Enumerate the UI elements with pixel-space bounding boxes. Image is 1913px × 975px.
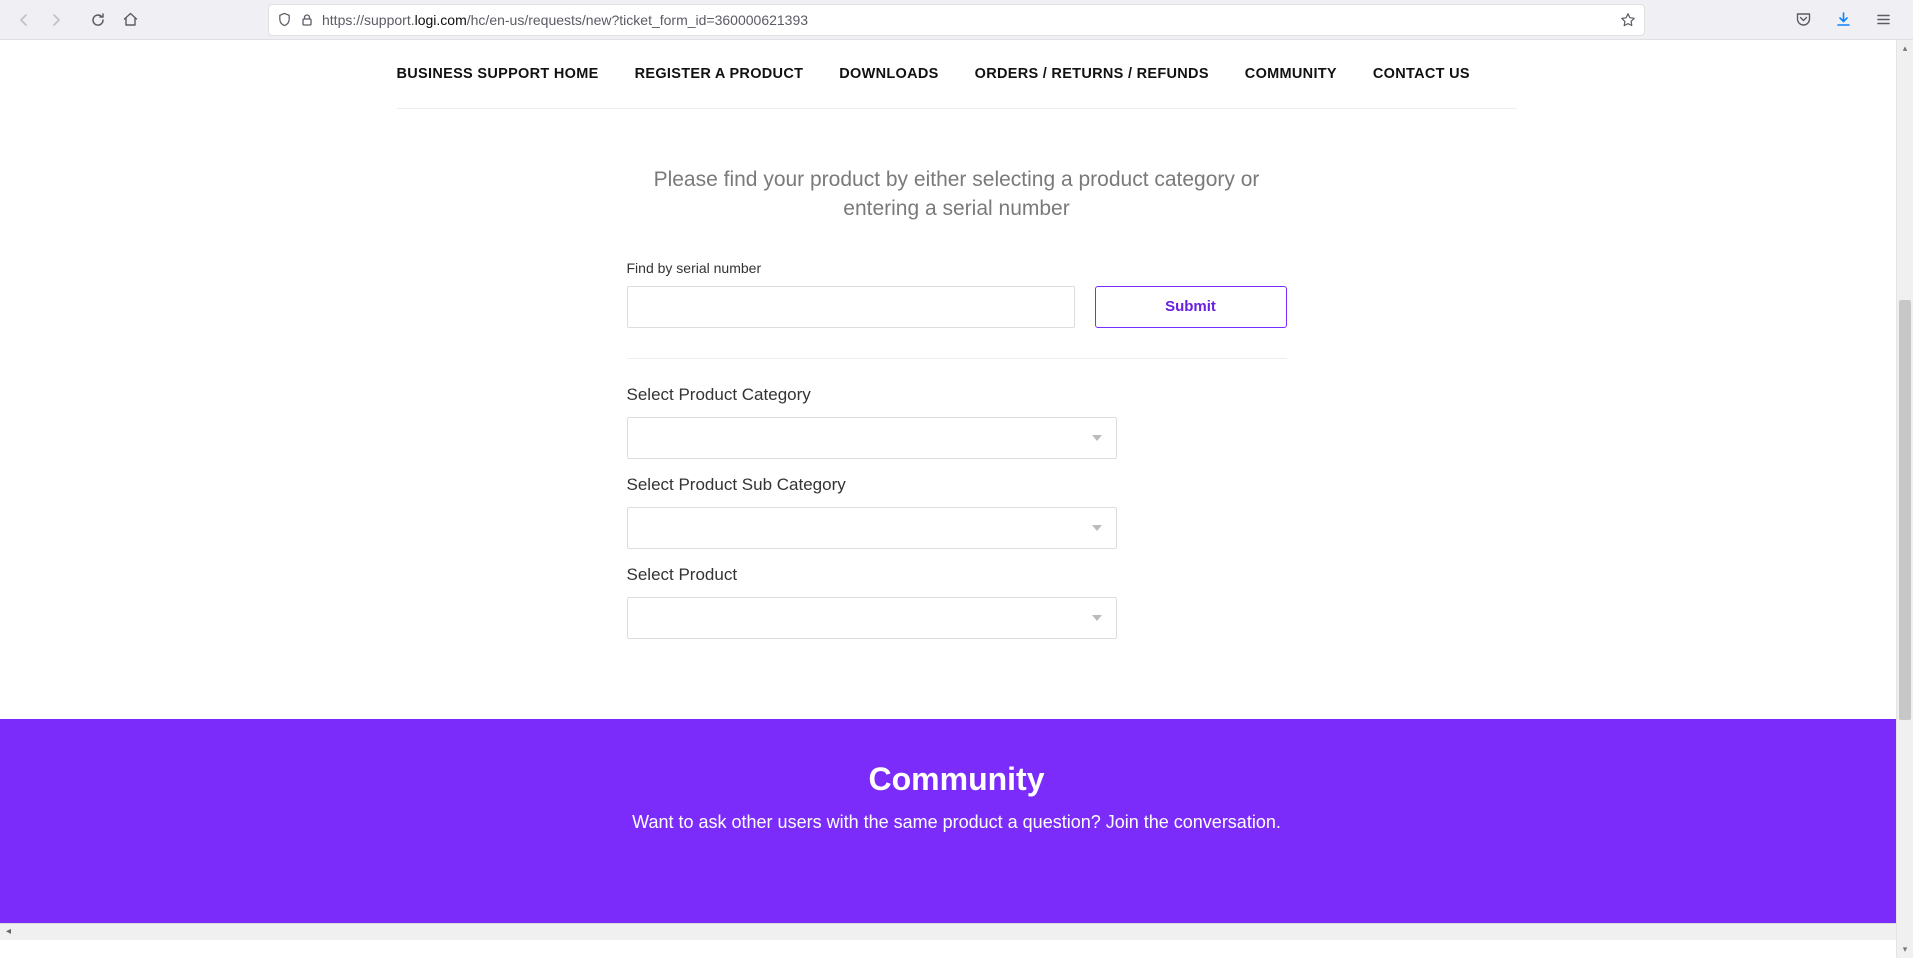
product-label: Select Product <box>627 565 1287 585</box>
nav-business-support-home[interactable]: BUSINESS SUPPORT HOME <box>397 66 599 82</box>
browser-toolbar: https://support.logi.com/hc/en-us/reques… <box>0 0 1913 40</box>
community-section: Community Want to ask other users with t… <box>0 719 1913 923</box>
lock-icon <box>300 13 314 27</box>
product-select[interactable] <box>627 597 1117 639</box>
horizontal-scrollbar[interactable]: ◂ <box>0 923 1913 940</box>
home-button[interactable] <box>116 6 144 34</box>
scrollbar-thumb[interactable] <box>1899 300 1911 720</box>
pocket-icon[interactable] <box>1789 6 1817 34</box>
main-nav: BUSINESS SUPPORT HOME REGISTER A PRODUCT… <box>397 40 1517 109</box>
page-content: BUSINESS SUPPORT HOME REGISTER A PRODUCT… <box>0 40 1913 923</box>
forward-button[interactable] <box>42 6 70 34</box>
chevron-down-icon <box>1092 525 1102 531</box>
nav-contact-us[interactable]: CONTACT US <box>1373 66 1470 82</box>
back-button[interactable] <box>10 6 38 34</box>
nav-orders-returns-refunds[interactable]: ORDERS / RETURNS / REFUNDS <box>975 66 1209 82</box>
address-bar[interactable]: https://support.logi.com/hc/en-us/reques… <box>268 4 1645 36</box>
community-heading: Community <box>20 761 1893 798</box>
scroll-down-icon[interactable]: ▾ <box>1897 941 1913 958</box>
submit-button[interactable]: Submit <box>1095 286 1287 328</box>
product-category-label: Select Product Category <box>627 385 1287 405</box>
reload-button[interactable] <box>84 6 112 34</box>
downloads-icon[interactable] <box>1829 6 1857 34</box>
url-text: https://support.logi.com/hc/en-us/reques… <box>322 12 1612 28</box>
scroll-left-icon[interactable]: ◂ <box>0 923 17 940</box>
community-subtext: Want to ask other users with the same pr… <box>20 812 1893 833</box>
nav-downloads[interactable]: DOWNLOADS <box>839 66 938 82</box>
chevron-down-icon <box>1092 615 1102 621</box>
app-menu-icon[interactable] <box>1869 6 1897 34</box>
product-subcategory-label: Select Product Sub Category <box>627 475 1287 495</box>
intro-text: Please find your product by either selec… <box>627 165 1287 224</box>
chevron-down-icon <box>1092 435 1102 441</box>
nav-register-product[interactable]: REGISTER A PRODUCT <box>635 66 804 82</box>
scroll-up-icon[interactable]: ▴ <box>1897 40 1913 57</box>
serial-number-input[interactable] <box>627 286 1075 328</box>
product-subcategory-select[interactable] <box>627 507 1117 549</box>
serial-number-label: Find by serial number <box>627 260 1287 276</box>
product-category-select[interactable] <box>627 417 1117 459</box>
nav-community[interactable]: COMMUNITY <box>1245 66 1337 82</box>
shield-icon <box>277 12 292 27</box>
bookmark-star-icon[interactable] <box>1620 12 1636 28</box>
vertical-scrollbar[interactable]: ▴ ▾ <box>1896 40 1913 958</box>
